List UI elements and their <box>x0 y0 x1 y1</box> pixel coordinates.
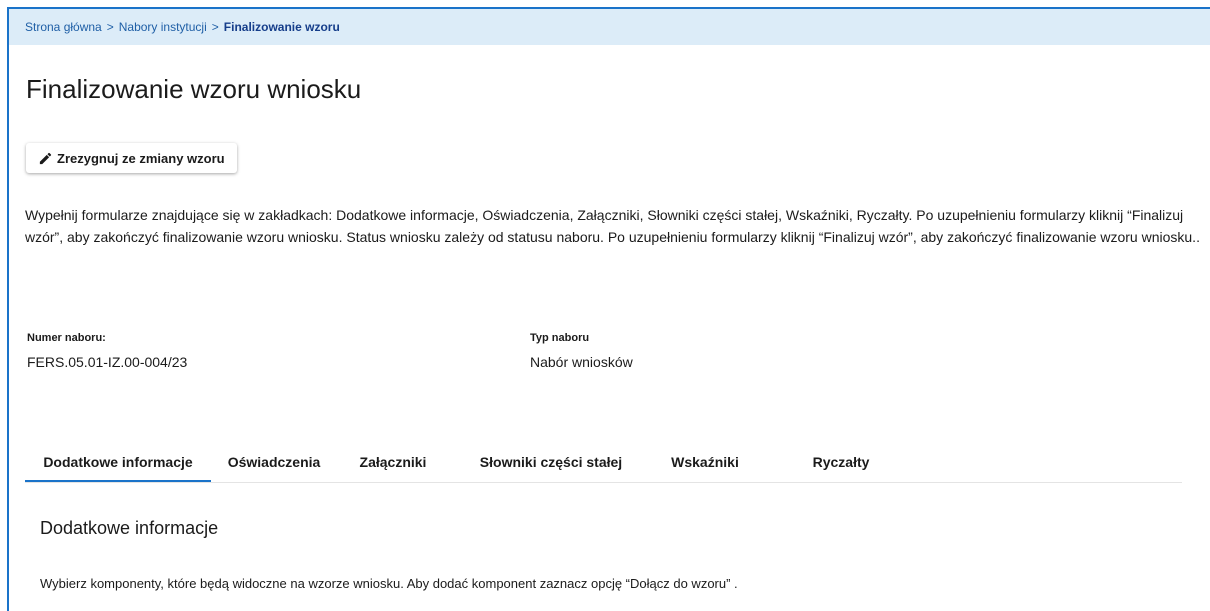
tab-zalaczniki[interactable]: Załączniki <box>345 450 441 482</box>
typ-naboru-value: Nabór wniosków <box>530 354 633 370</box>
resign-change-button[interactable]: Zrezygnuj ze zmiany wzoru <box>26 143 237 173</box>
breadcrumb-nabory-link[interactable]: Nabory instytucji <box>119 20 207 34</box>
breadcrumb-current: Finalizowanie wzoru <box>223 20 340 34</box>
tab-oswiadczenia[interactable]: Oświadczenia <box>221 450 327 482</box>
breadcrumb-home-link[interactable]: Strona główna <box>25 20 102 34</box>
tab-ryczalty[interactable]: Ryczałty <box>793 450 889 482</box>
typ-naboru-label: Typ naboru <box>530 332 590 344</box>
breadcrumb: Strona główna > Nabory instytucji > Fina… <box>9 9 1210 45</box>
section-title: Dodatkowe informacje <box>40 518 219 538</box>
breadcrumb-separator: > <box>106 20 114 34</box>
tab-dodatkowe-informacje[interactable]: Dodatkowe informacje <box>25 450 211 482</box>
page-title: Finalizowanie wzoru wniosku <box>26 74 362 104</box>
intro-instructions: Wypełnij formularze znajdujące się w zak… <box>25 207 1200 245</box>
tab-bar: Dodatkowe informacje Oświadczenia Załącz… <box>25 450 1182 483</box>
tab-slowniki-czesci-stalej[interactable]: Słowniki części stałej <box>473 450 629 482</box>
section-description: Wybierz komponenty, które będą widoczne … <box>40 576 738 591</box>
pencil-icon <box>38 151 53 166</box>
resign-change-button-label: Zrezygnuj ze zmiany wzoru <box>57 150 225 166</box>
breadcrumb-separator: > <box>211 20 219 34</box>
numer-naboru-label: Numer naboru: <box>27 332 106 344</box>
numer-naboru-value: FERS.05.01-IZ.00-004/23 <box>27 354 188 370</box>
tab-wskazniki[interactable]: Wskaźniki <box>657 450 753 482</box>
